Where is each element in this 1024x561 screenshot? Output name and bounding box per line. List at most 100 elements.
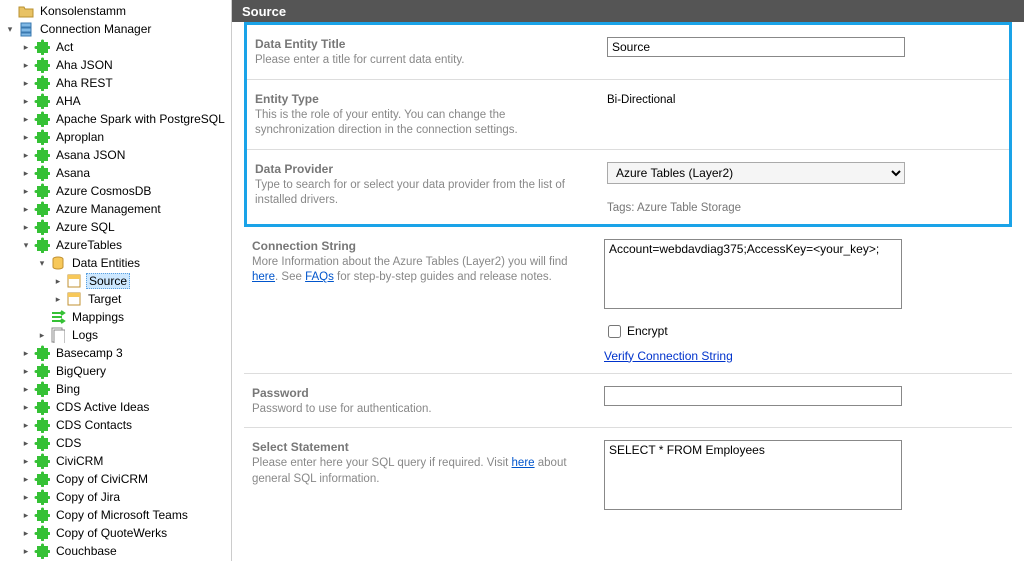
- tree-item-connection[interactable]: ▸Basecamp 3: [0, 344, 231, 362]
- tree-item-connection[interactable]: ▸ Copy of Jira: [0, 488, 231, 506]
- tree-label: Apache Spark with PostgreSQL: [54, 112, 227, 126]
- expand-icon[interactable]: ▸: [20, 347, 32, 359]
- expand-icon[interactable]: ▸: [20, 131, 32, 143]
- tree-item-connection[interactable]: ▸CDS: [0, 434, 231, 452]
- tree-item-connection[interactable]: ▸ Bing: [0, 380, 231, 398]
- data-provider-select[interactable]: Azure Tables (Layer2): [607, 162, 905, 184]
- tree-label: Copy of Microsoft Teams: [54, 508, 190, 522]
- tree-item-connection[interactable]: ▸ Apache Spark with PostgreSQL: [0, 110, 231, 128]
- expand-icon[interactable]: ▸: [20, 59, 32, 71]
- puzzle-icon: [34, 129, 50, 145]
- entity-title-input[interactable]: [607, 37, 905, 57]
- verify-connection-link[interactable]: Verify Connection String: [604, 349, 733, 363]
- tree-item-connection[interactable]: ▸CDS Active Ideas: [0, 398, 231, 416]
- collapse-icon[interactable]: ▾: [36, 257, 48, 269]
- tree-item-target[interactable]: ▸ Target: [0, 290, 231, 308]
- field-label: Password: [252, 386, 584, 400]
- expand-icon[interactable]: ▸: [20, 527, 32, 539]
- tree-label: Connection Manager: [38, 22, 153, 36]
- select-statement-input[interactable]: [604, 440, 902, 510]
- tree-item-logs[interactable]: ▸ Logs: [0, 326, 231, 344]
- puzzle-icon: [34, 363, 50, 379]
- table-icon: [66, 291, 82, 307]
- tree-item-connection[interactable]: ▸Aha REST: [0, 74, 231, 92]
- expand-icon[interactable]: ▸: [20, 185, 32, 197]
- puzzle-icon: [34, 525, 50, 541]
- expand-icon[interactable]: ▸: [20, 491, 32, 503]
- puzzle-icon: [34, 345, 50, 361]
- expand-icon[interactable]: ▸: [20, 509, 32, 521]
- expand-icon[interactable]: ▸: [20, 149, 32, 161]
- connection-string-input[interactable]: [604, 239, 902, 309]
- tree-item-connection[interactable]: ▸Couchbase: [0, 542, 231, 560]
- expand-icon[interactable]: ▸: [20, 419, 32, 431]
- tree-item-connection[interactable]: ▸Aha JSON: [0, 56, 231, 74]
- tree-label: CDS Contacts: [54, 418, 134, 432]
- tree-item-connection[interactable]: ▸Asana: [0, 164, 231, 182]
- tree-item-data-entities[interactable]: ▾ Data Entities: [0, 254, 231, 272]
- logs-icon: [50, 327, 66, 343]
- tree-item-connection[interactable]: ▸ CiviCRM: [0, 452, 231, 470]
- server-icon: [18, 21, 34, 37]
- tree-item-connection[interactable]: ▸BigQuery: [0, 362, 231, 380]
- tree-item-source[interactable]: ▸ Source: [0, 272, 231, 290]
- expand-icon[interactable]: ▾: [20, 239, 32, 251]
- puzzle-icon: [34, 399, 50, 415]
- tree-item-connection[interactable]: ▸Azure SQL: [0, 218, 231, 236]
- expand-icon[interactable]: ▸: [20, 437, 32, 449]
- expand-icon[interactable]: ▸: [20, 77, 32, 89]
- tree-item-connection[interactable]: ▸Act: [0, 38, 231, 56]
- tree-item-connection[interactable]: ▸Copy of QuoteWerks: [0, 524, 231, 542]
- expand-icon[interactable]: ▸: [36, 329, 48, 341]
- puzzle-icon: [34, 183, 50, 199]
- tree-item-connection[interactable]: ▾AzureTables: [0, 236, 231, 254]
- expand-icon[interactable]: ▸: [20, 167, 32, 179]
- info-link[interactable]: here: [252, 271, 275, 283]
- tree-label: Copy of CiviCRM: [54, 472, 150, 486]
- puzzle-icon: [34, 111, 50, 127]
- puzzle-icon: [34, 237, 50, 253]
- tree-item-connection[interactable]: ▸ Copy of CiviCRM: [0, 470, 231, 488]
- expand-icon[interactable]: ▸: [20, 221, 32, 233]
- expand-icon[interactable]: ▸: [20, 455, 32, 467]
- provider-tags: Tags: Azure Table Storage: [607, 202, 1003, 214]
- database-icon: [50, 255, 66, 271]
- puzzle-icon: [34, 453, 50, 469]
- tree-item-connection[interactable]: ▸Azure Management: [0, 200, 231, 218]
- password-input[interactable]: [604, 386, 902, 406]
- expand-icon[interactable]: ▸: [20, 545, 32, 557]
- collapse-icon[interactable]: ▾: [4, 23, 16, 35]
- expand-icon[interactable]: ▸: [20, 95, 32, 107]
- tree-label: Bing: [54, 382, 82, 396]
- expand-icon[interactable]: ▸: [20, 401, 32, 413]
- tree-item-connection[interactable]: ▸ Copy of Microsoft Teams: [0, 506, 231, 524]
- tree-item-root[interactable]: Konsolenstamm: [0, 2, 231, 20]
- tree-item-connection[interactable]: ▸Aproplan: [0, 128, 231, 146]
- expand-icon[interactable]: ▸: [20, 383, 32, 395]
- field-desc: Password to use for authentication.: [252, 402, 584, 418]
- faq-link[interactable]: FAQs: [305, 271, 334, 283]
- tree-item-connection[interactable]: ▸Azure CosmosDB: [0, 182, 231, 200]
- expand-icon[interactable]: ▸: [20, 113, 32, 125]
- encrypt-checkbox[interactable]: [608, 325, 621, 338]
- tree-label: Copy of Jira: [54, 490, 122, 504]
- tree-item-connection-manager[interactable]: ▾ Connection Manager: [0, 20, 231, 38]
- expand-icon[interactable]: ▸: [52, 275, 64, 287]
- tree-item-connection[interactable]: ▸ CDS Contacts: [0, 416, 231, 434]
- tree-label: CiviCRM: [54, 454, 105, 468]
- puzzle-icon: [34, 543, 50, 559]
- expand-icon[interactable]: ▸: [20, 365, 32, 377]
- tree-item-connection[interactable]: ▸AHA: [0, 92, 231, 110]
- page-title: Source: [232, 0, 1024, 22]
- table-icon: [66, 273, 82, 289]
- puzzle-icon: [34, 471, 50, 487]
- sql-info-link[interactable]: here: [512, 457, 535, 469]
- expand-icon[interactable]: ▸: [20, 203, 32, 215]
- tree-item-mappings[interactable]: Mappings: [0, 308, 231, 326]
- expand-icon[interactable]: ▸: [20, 41, 32, 53]
- expand-icon[interactable]: ▸: [20, 473, 32, 485]
- puzzle-icon: [34, 417, 50, 433]
- expand-icon[interactable]: ▸: [52, 293, 64, 305]
- tree-item-connection[interactable]: ▸Asana JSON: [0, 146, 231, 164]
- field-desc: Type to search for or select your data p…: [255, 178, 587, 209]
